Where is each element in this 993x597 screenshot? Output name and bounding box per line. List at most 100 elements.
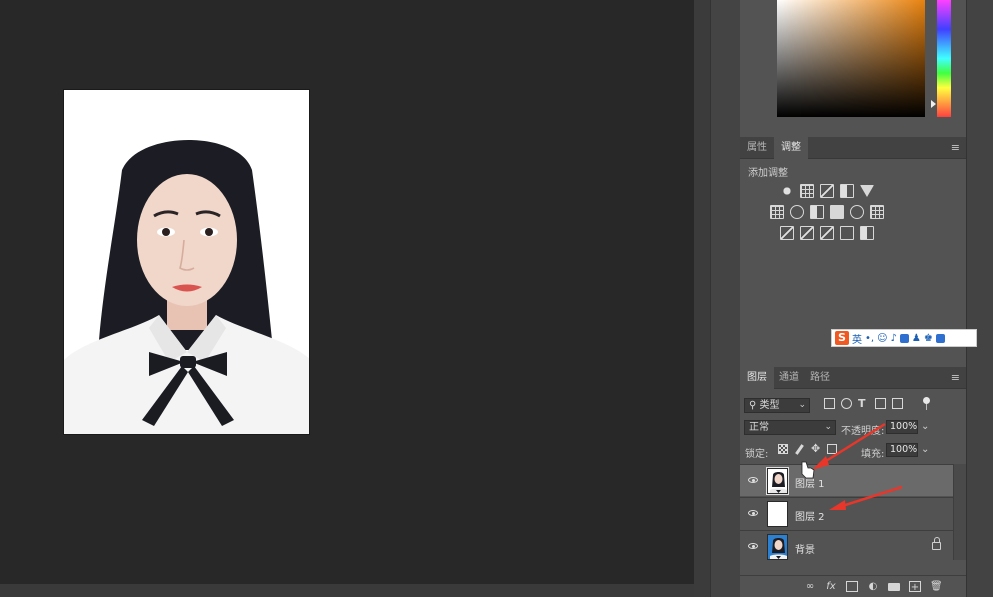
link-icon[interactable]: ∞ xyxy=(804,581,816,592)
fx-icon[interactable]: fx xyxy=(825,581,837,592)
filter-kind-label: 类型 xyxy=(759,400,780,411)
exposure-icon[interactable] xyxy=(840,184,854,198)
lock-fill-row: 锁定: ✥ 填充: 100% ⌄ xyxy=(740,440,966,462)
lock-icons: ✥ xyxy=(778,443,837,455)
adjustment-filter-icon[interactable] xyxy=(841,398,852,409)
channel-mixer-icon[interactable] xyxy=(850,205,864,219)
opacity-field[interactable]: 100% xyxy=(886,420,918,434)
add-adjustment-title: 添加调整 xyxy=(748,168,788,179)
filter-toggle-stem xyxy=(926,404,927,410)
smart-object-filter-icon[interactable] xyxy=(892,398,903,409)
keyboard-icon[interactable] xyxy=(899,333,909,343)
mask-icon[interactable] xyxy=(846,581,858,592)
adjustment-row-3 xyxy=(780,226,874,240)
layer-name[interactable]: 背景 xyxy=(795,541,815,556)
adjustment-layer-icon[interactable]: ◐ xyxy=(867,581,879,592)
new-layer-icon[interactable]: + xyxy=(909,581,921,593)
gradient-map-icon[interactable] xyxy=(840,226,854,240)
portrait-photo xyxy=(64,90,309,434)
fill-label: 填充: xyxy=(861,449,885,460)
opacity-label: 不透明度: xyxy=(841,426,885,437)
hue-marker[interactable] xyxy=(931,100,936,108)
ime-toolbar[interactable]: S 英 •, ☺ ♪ ♟ ♚ xyxy=(831,329,977,347)
ime-language-toggle[interactable]: 英 xyxy=(852,331,862,346)
shape-filter-icon[interactable] xyxy=(875,398,886,409)
panel-dock-gutter xyxy=(694,0,710,597)
layer-row-background[interactable]: 背景 xyxy=(740,530,953,562)
lock-transparency-icon[interactable] xyxy=(778,444,788,454)
lock-artboard-icon[interactable] xyxy=(827,444,837,454)
eye-icon[interactable] xyxy=(748,510,758,516)
black-white-icon[interactable] xyxy=(810,205,824,219)
eye-icon[interactable] xyxy=(748,477,758,483)
search-icon: ⚲ xyxy=(749,400,757,411)
skin-icon[interactable]: ♚ xyxy=(924,333,933,344)
tab-paths[interactable]: 路径 xyxy=(803,367,837,389)
fill-field[interactable]: 100% xyxy=(886,443,918,457)
tab-channels[interactable]: 通道 xyxy=(772,367,806,389)
punctuation-icon[interactable]: •, xyxy=(865,333,874,344)
brightness-contrast-icon[interactable] xyxy=(780,184,794,198)
invert-icon[interactable] xyxy=(780,226,794,240)
vibrance-icon[interactable] xyxy=(860,185,874,197)
layer-filter-row: ⚲ 类型 ⌄ T xyxy=(740,394,966,416)
portrait-thumbnail xyxy=(768,469,787,493)
user-icon[interactable]: ♟ xyxy=(912,333,921,344)
pixel-filter-icon[interactable] xyxy=(824,398,835,409)
hue-slider[interactable] xyxy=(937,0,951,117)
layer-row-2[interactable]: 图层 2 xyxy=(740,497,953,529)
portrait-thumbnail xyxy=(768,535,787,559)
levels-icon[interactable] xyxy=(800,184,814,198)
hue-saturation-icon[interactable] xyxy=(770,205,784,219)
fill-dropdown-icon[interactable]: ⌄ xyxy=(921,444,929,455)
emoji-icon[interactable]: ☺ xyxy=(877,333,887,344)
panel-menu-icon[interactable]: ≡ xyxy=(951,141,960,154)
color-panel xyxy=(740,0,966,134)
tab-adjustments[interactable]: 调整 xyxy=(774,137,808,159)
opacity-value: 100% xyxy=(890,421,918,432)
layer-row-1[interactable]: 图层 1 xyxy=(740,464,953,496)
layers-footer: ∞ fx ◐ + 🗑 xyxy=(740,575,966,597)
color-lookup-icon[interactable] xyxy=(870,205,884,219)
threshold-icon[interactable] xyxy=(820,226,834,240)
canvas-scrollbar[interactable] xyxy=(0,584,694,597)
layers-panel-header: 图层 通道 路径 ≡ xyxy=(740,367,966,389)
panel-menu-icon[interactable]: ≡ xyxy=(951,371,960,384)
filter-toggle-icon[interactable] xyxy=(923,397,930,404)
chevron-down-icon: ⌄ xyxy=(798,400,806,410)
layers-footer-icons: ∞ fx ◐ + 🗑 xyxy=(804,581,943,593)
collapsed-panel-strip[interactable] xyxy=(710,0,740,597)
opacity-dropdown-icon[interactable]: ⌄ xyxy=(921,421,929,432)
trash-icon[interactable]: 🗑 xyxy=(930,581,943,592)
filter-icons: T xyxy=(824,398,903,409)
tab-layers[interactable]: 图层 xyxy=(740,367,774,389)
toolbox-icon[interactable] xyxy=(935,333,945,343)
curves-icon[interactable] xyxy=(820,184,834,198)
color-saturation-field[interactable] xyxy=(777,0,925,117)
selective-color-icon[interactable] xyxy=(860,226,874,240)
photo-filter-icon[interactable] xyxy=(830,205,844,219)
lock-position-icon[interactable]: ✥ xyxy=(811,443,821,454)
lock-pixels-icon[interactable] xyxy=(795,444,804,455)
chevron-down-icon: ⌄ xyxy=(824,422,832,432)
photoshop-window: 属性 调整 ≡ 添加调整 S 英 •, ☺ ♪ ♟ ♚ 图层 通道 路径 ≡ ⚲… xyxy=(0,0,993,597)
folder-icon[interactable] xyxy=(888,583,900,591)
layer-name[interactable]: 图层 2 xyxy=(795,508,825,523)
right-toolbar-strip[interactable] xyxy=(966,0,993,597)
layer-thumbnail xyxy=(767,501,788,527)
tab-properties[interactable]: 属性 xyxy=(740,137,774,159)
type-filter-icon[interactable]: T xyxy=(858,398,869,409)
microphone-icon[interactable]: ♪ xyxy=(891,333,897,344)
color-balance-icon[interactable] xyxy=(790,205,804,219)
layer-filter-select[interactable]: ⚲ 类型 ⌄ xyxy=(744,398,810,413)
sogou-logo-icon[interactable]: S xyxy=(835,331,849,345)
layers-scrollbar[interactable] xyxy=(953,464,966,560)
posterize-icon[interactable] xyxy=(800,226,814,240)
adjustments-panel-header: 属性 调整 ≡ xyxy=(740,137,966,159)
lock-label: 锁定: xyxy=(745,449,769,460)
blend-mode-select[interactable]: 正常 ⌄ xyxy=(744,420,836,435)
canvas-area[interactable] xyxy=(0,0,694,584)
layer-name[interactable]: 图层 1 xyxy=(795,475,825,490)
eye-icon[interactable] xyxy=(748,543,758,549)
document-image[interactable] xyxy=(63,89,310,435)
